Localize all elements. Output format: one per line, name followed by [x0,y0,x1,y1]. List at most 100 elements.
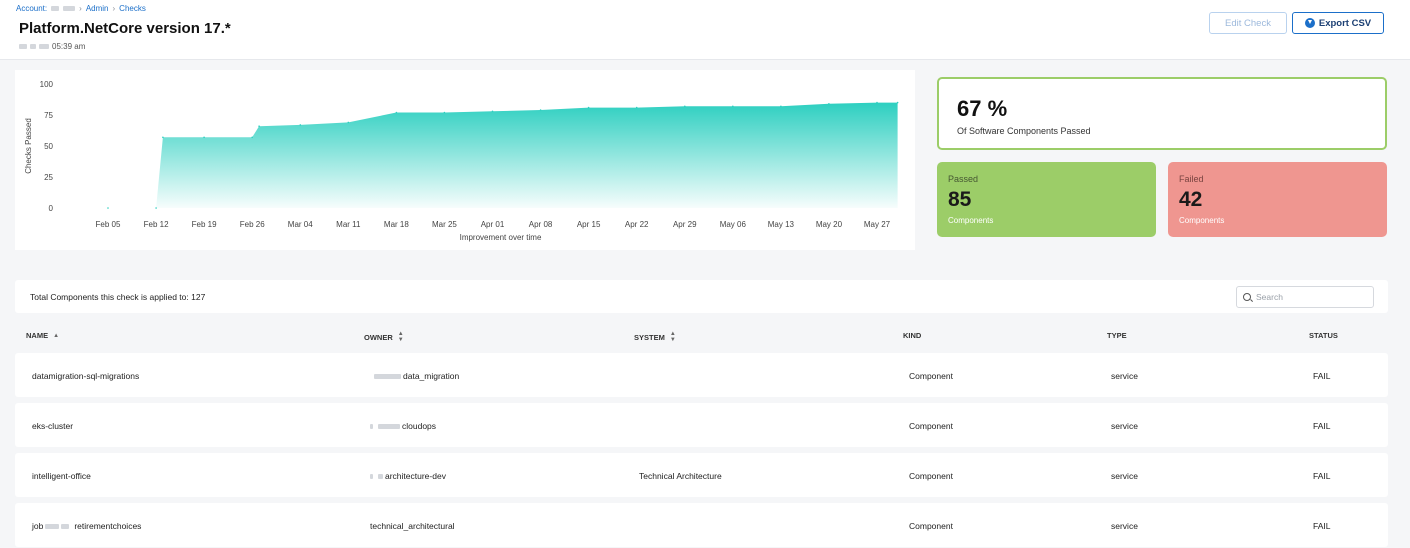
data-point [299,124,302,126]
failed-card[interactable]: Failed 42 Components [1168,162,1387,237]
table-row[interactable]: job retirementchoices technical_architec… [15,503,1388,547]
passed-card[interactable]: Passed 85 Components [937,162,1156,237]
x-tick-label: Mar 11 [336,220,361,229]
cell-owner[interactable]: architecture-dev [370,471,446,481]
total-components-text: Total Components this check is applied t… [30,292,206,302]
column-status-label: STATUS [1309,331,1338,340]
cell-name[interactable]: datamigration-sql-migrations [32,371,139,381]
table-header: NAME ▲ OWNER ▲ ▼ SYSTEM ▲ ▼ KIND TYPE STAT… [15,320,1388,350]
search-box[interactable] [1236,286,1374,308]
cell-name[interactable]: job retirementchoices [32,521,141,531]
breadcrumb-separator-icon: › [79,4,82,13]
cell-owner[interactable]: cloudops [370,421,436,431]
data-point [107,207,109,209]
page-header: Account: › Admin › Checks Platform.NetCo… [0,0,1410,60]
data-point [635,106,638,109]
data-point [732,105,734,108]
data-point [203,136,205,139]
x-tick-label: May 13 [768,220,795,229]
cell-type: service [1111,521,1138,531]
data-point [684,105,686,108]
redacted-name-part [45,523,60,529]
owner-text: cloudops [402,421,437,431]
table-row[interactable]: intelligent-office architecture-dev Tech… [15,453,1388,497]
redacted-account [51,6,60,11]
data-point [828,103,830,105]
edit-check-button[interactable]: Edit Check [1209,12,1287,34]
owner-text: architecture-dev [385,471,446,481]
series-area [108,102,898,208]
area-chart: 0 25 50 75 100 Checks Passed Feb 05 Feb 12 Feb 1… [24,80,899,242]
data-point [539,109,542,111]
table-row[interactable]: eks-cluster cloudops Component service F… [15,403,1388,447]
data-point [587,106,590,109]
sort-icon: ▲ ▼ [397,331,404,343]
cell-system[interactable]: Technical Architecture [639,471,722,481]
data-point [876,101,878,104]
column-name-label: NAME [26,331,49,340]
redacted-owner-prefix [374,373,401,379]
redacted-owner-prefix [370,423,373,429]
breadcrumb-separator-icon: › [112,4,116,13]
data-point [896,101,899,104]
download-icon [1304,18,1315,28]
owner-text: data_migration [403,371,460,381]
column-owner-label: OWNER [364,332,393,342]
data-point [491,110,494,113]
breadcrumb-checks[interactable]: Checks [119,4,146,13]
y-tick-label: 100 [40,80,54,89]
redacted-owner-prefix [378,473,383,479]
passed-title: Passed [948,174,979,184]
column-header-kind: KIND [903,331,921,340]
data-point [251,136,253,139]
column-system-label: SYSTEM [634,332,665,342]
data-point [347,121,350,124]
y-tick-label: 50 [44,142,53,151]
x-tick-label: Feb 05 [96,220,121,229]
x-tick-label: Apr 08 [529,220,553,229]
redacted-owner-prefix [370,473,373,479]
x-tick-label: May 06 [720,220,747,229]
x-tick-label: Feb 19 [192,220,217,229]
export-csv-label: Export CSV [1318,17,1372,29]
x-tick-label: Mar 04 [288,220,313,229]
x-tick-label: Mar 18 [384,220,409,229]
column-header-status: STATUS [1309,331,1338,340]
redacted-account-name [63,6,76,11]
search-input[interactable] [1256,292,1366,302]
cell-type: service [1111,371,1138,381]
x-tick-label: Apr 15 [577,220,601,229]
data-point [162,136,164,139]
failed-sub: Components [1179,216,1225,225]
cell-status: FAIL [1313,521,1331,531]
data-point [395,111,398,114]
column-header-name[interactable]: NAME ▲ [26,331,59,340]
cell-owner[interactable]: data_migration [374,371,459,381]
breadcrumb-admin[interactable]: Admin [86,4,109,13]
name-text: retirementchoices [74,521,142,531]
y-tick-label: 0 [49,204,54,213]
column-header-owner[interactable]: OWNER ▲ ▼ [364,331,404,343]
failed-count: 42 [1179,188,1203,211]
redacted-author-name [30,44,36,49]
table-row[interactable]: datamigration-sql-migrations data_migrat… [15,353,1388,397]
x-tick-label: Apr 01 [481,220,505,229]
column-header-system[interactable]: SYSTEM ▲ ▼ [634,331,676,343]
updated-time: 05:39 am [52,42,86,51]
cell-type: service [1111,421,1138,431]
table-toolbar: Total Components this check is applied t… [15,280,1388,313]
data-point [258,125,260,127]
data-point [780,105,782,108]
breadcrumb-account[interactable]: Account: [16,4,47,13]
x-tick-label: Feb 26 [240,220,265,229]
cell-owner[interactable]: technical_architectural [370,521,455,531]
percent-passed-label: Of Software Components Passed [957,126,1091,136]
cell-name[interactable]: intelligent-office [32,471,91,481]
page-title: Platform.NetCore version 17.* [19,20,231,37]
column-header-type: TYPE [1107,331,1127,340]
export-csv-button[interactable]: Export CSV [1292,12,1384,34]
cell-kind: Component [909,421,953,431]
cell-name[interactable]: eks-cluster [32,421,73,431]
sort-icon: ▲ ▼ [669,331,676,343]
x-tick-label: Apr 22 [625,220,649,229]
